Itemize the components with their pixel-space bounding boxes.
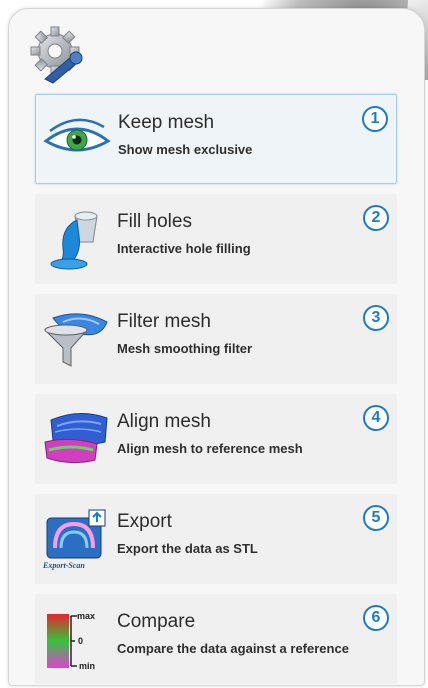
color-scale-icon: max 0 min (47, 611, 95, 670)
step-number-badge: 2 (363, 205, 389, 231)
compare-button[interactable]: max 0 min Compare Compare the data again… (35, 594, 397, 684)
align-mesh-icon (44, 413, 108, 464)
item-subtitle: Interactive hole filling (117, 241, 251, 256)
tools-panel: Keep mesh Show mesh exclusive 1 Fill hol… (8, 8, 425, 686)
item-subtitle: Mesh smoothing filter (117, 341, 253, 356)
item-subtitle: Show mesh exclusive (118, 142, 253, 157)
step-number-badge: 6 (363, 605, 389, 631)
step-number-badge: 1 (362, 106, 388, 132)
item-subtitle: Export the data as STL (117, 541, 258, 556)
item-title: Fill holes (117, 211, 192, 232)
item-subtitle: Compare the data against a reference (117, 641, 349, 656)
funnel-icon (43, 313, 108, 367)
gear-wrench-icon[interactable] (27, 21, 91, 85)
export-scan-caption: Export-Scan (42, 561, 85, 570)
scale-zero-label: 0 (78, 636, 83, 646)
item-subtitle: Align mesh to reference mesh (117, 441, 303, 456)
item-title: Export (117, 511, 172, 532)
keep-mesh-button[interactable]: Keep mesh Show mesh exclusive 1 (35, 94, 397, 184)
eye-icon (43, 118, 111, 152)
item-title: Align mesh (117, 411, 211, 432)
item-title: Filter mesh (117, 311, 211, 332)
fill-holes-button[interactable]: Fill holes Interactive hole filling 2 (35, 194, 397, 284)
step-number-badge: 5 (363, 505, 389, 531)
align-mesh-button[interactable]: Align mesh Align mesh to reference mesh … (35, 394, 397, 484)
export-button[interactable]: Export-Scan Export Export the data as ST… (35, 494, 397, 584)
item-title: Keep mesh (118, 112, 215, 133)
export-scan-icon: Export-Scan (42, 509, 106, 570)
scale-min-label: min (79, 661, 95, 670)
app-window: Keep mesh Show mesh exclusive 1 Fill hol… (0, 0, 428, 688)
step-number-badge: 3 (363, 305, 389, 331)
step-number-badge: 4 (363, 405, 389, 431)
filter-mesh-button[interactable]: Filter mesh Mesh smoothing filter 3 (35, 294, 397, 384)
paint-bucket-icon (50, 211, 98, 270)
scale-max-label: max (77, 611, 95, 621)
item-title: Compare (117, 611, 196, 632)
